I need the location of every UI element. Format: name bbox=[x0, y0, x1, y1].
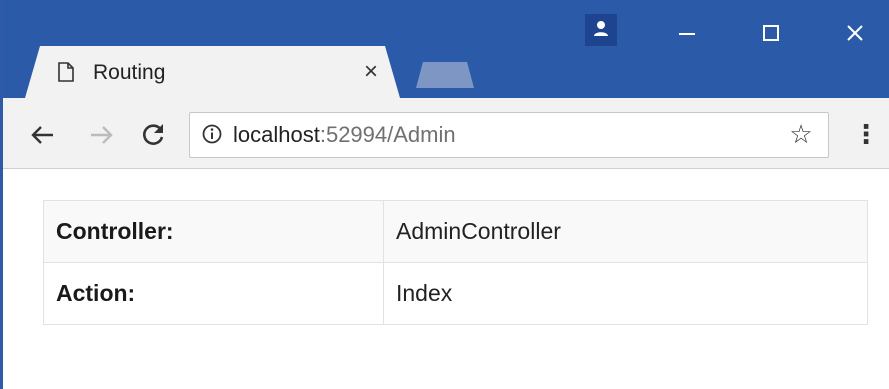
reload-icon bbox=[143, 124, 164, 145]
close-icon bbox=[847, 25, 863, 41]
close-window-button[interactable] bbox=[835, 18, 875, 48]
info-icon[interactable] bbox=[202, 124, 222, 144]
tab-routing[interactable] bbox=[25, 46, 400, 98]
person-icon bbox=[594, 21, 608, 36]
url-path: :52994/Admin bbox=[319, 122, 456, 147]
minimize-button[interactable] bbox=[667, 18, 707, 48]
forward-button[interactable] bbox=[85, 119, 117, 151]
tab-title: Routing bbox=[93, 61, 166, 84]
arrow-right-icon bbox=[91, 126, 113, 144]
url-text[interactable]: localhost:52994/Admin bbox=[233, 123, 456, 147]
profile-button[interactable] bbox=[585, 14, 617, 46]
route-info-table: Controller: AdminController Action: Inde… bbox=[43, 200, 868, 325]
document-icon bbox=[58, 62, 74, 82]
row-value: AdminController bbox=[383, 200, 868, 263]
row-label: Action: bbox=[43, 262, 384, 325]
url-host: localhost bbox=[233, 122, 320, 147]
row-label: Controller: bbox=[43, 200, 384, 263]
maximize-icon bbox=[763, 25, 779, 41]
back-button[interactable] bbox=[27, 119, 59, 151]
table-row: Controller: AdminController bbox=[43, 200, 868, 263]
bookmark-star-icon[interactable]: ☆ bbox=[787, 120, 815, 148]
minimize-icon bbox=[679, 33, 695, 35]
new-tab-button[interactable] bbox=[416, 62, 474, 88]
row-value: Index bbox=[383, 262, 868, 325]
vertical-dots-icon[interactable]: ⋮ bbox=[853, 118, 879, 150]
maximize-button[interactable] bbox=[751, 18, 791, 48]
arrow-left-icon bbox=[31, 126, 53, 144]
table-row: Action: Index bbox=[43, 262, 868, 325]
reload-button[interactable] bbox=[137, 119, 169, 151]
browser-window: Routing × localhost:52994/Admin ☆ ⋮ Cont… bbox=[0, 0, 889, 389]
tab-close-button[interactable]: × bbox=[357, 58, 385, 86]
